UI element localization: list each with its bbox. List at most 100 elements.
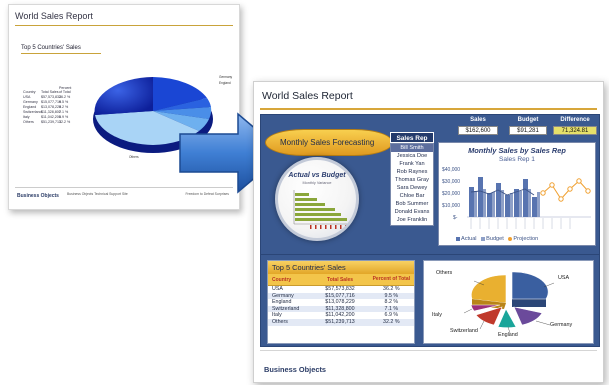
projection-point: [540, 190, 546, 196]
forecast-banner: Monthly Sales Forecasting: [265, 129, 393, 156]
actual-bar: [532, 197, 537, 217]
actual-bar: [523, 179, 528, 217]
cell-total: $51,239,713: [325, 318, 355, 325]
legend-budget: Budget: [486, 236, 504, 242]
back-sales-table: Country Total Sales Percent of Total USA…: [23, 83, 73, 125]
cell-country: Switzerland: [272, 305, 300, 312]
cell-percent: 36.2 %: [383, 286, 400, 292]
projection-point: [549, 182, 555, 188]
back-footer-text: Business Objects Technical Support Site: [67, 192, 128, 196]
pie-slice-others: [471, 274, 507, 304]
variance-bar: [295, 193, 309, 196]
back-pie-label: Others: [129, 155, 139, 159]
sales-rep-item[interactable]: Chloe Bar: [391, 192, 433, 200]
back-report-title: World Sales Report: [15, 11, 93, 21]
table-row: Italy $11,042,200 6.9 %: [268, 312, 414, 319]
monthly-chart-title: Monthly Sales by Sales Rep: [468, 146, 566, 155]
magnifier-lens: Actual vs Budget Monthly Variance: [275, 157, 359, 241]
legend-swatch: [481, 236, 486, 241]
cell-country: Italy: [272, 312, 282, 319]
header-percent: Percent of Total: [372, 276, 411, 282]
cell-total: $13,078,229: [325, 299, 355, 306]
pie-label-others: Others: [436, 270, 453, 276]
sales-rep-panel: Sales Rep Bill Smith Jessica Doe Frank Y…: [390, 132, 434, 227]
table-row: USA $57,573,832 36.2 %: [268, 286, 414, 293]
header-country: Country: [272, 276, 292, 283]
actual-bar: [496, 183, 501, 217]
variance-bar: [295, 218, 347, 221]
cell-percent: 6.9 %: [384, 312, 399, 319]
business-objects-logo: Business Objects: [264, 365, 326, 374]
monthly-chart-subtitle: Sales Rep 1: [499, 156, 535, 163]
projection-point: [558, 196, 564, 202]
top5-rows: USA $57,573,832 36.2 % Germany $15,077,716 9…: [268, 286, 414, 326]
back-logo-text: Business Objects: [17, 193, 59, 199]
table-row: Switzerland $11,328,800 7.1 %: [268, 305, 414, 313]
actual-bar: [505, 195, 510, 217]
back-pie-slice: [94, 77, 153, 115]
back-report-rule: [15, 25, 233, 26]
back-pie-label: Germany: [219, 75, 233, 79]
sales-label: Sales: [470, 117, 486, 123]
cell-total: $15,077,716: [325, 292, 355, 299]
cell-country: England: [272, 299, 292, 306]
cell-total: $11,328,800: [325, 305, 355, 312]
legend-actual: Actual: [461, 236, 477, 242]
back-header-total: Total Sales: [41, 90, 59, 94]
monthly-sales-chart: Monthly Sales by Sales Rep Sales Rep 1 $…: [438, 142, 596, 246]
y-tick-label: $10,000: [442, 203, 460, 209]
sales-rep-item[interactable]: Thomas Gray: [391, 176, 433, 184]
budget-bar: [537, 192, 540, 217]
difference-value: 71,324.81: [553, 126, 597, 135]
budget-value: $91,281: [509, 126, 547, 135]
sales-rep-item[interactable]: Frank Yan: [391, 160, 433, 168]
sales-rep-item[interactable]: Jessica Doe: [391, 152, 433, 160]
y-tick-label: $40,000: [442, 167, 460, 173]
budget-bar: [519, 191, 522, 217]
top5-pie-panel: Others USA Germany England Switzerland I…: [423, 260, 594, 344]
cell-percent: 32.2 %: [383, 318, 400, 325]
budget-bar: [492, 192, 495, 217]
monthly-chart-legend: Actual Budget Projection: [453, 236, 538, 242]
sales-rep-list[interactable]: Bill Smith Jessica Doe Frank Yan Rob Ray…: [390, 143, 434, 226]
cell-country: Others: [272, 318, 288, 325]
table-row: Others $51,239,713 32.2 %: [268, 318, 414, 326]
pie-slice-england: [497, 308, 517, 329]
budget-label: Budget: [517, 117, 539, 123]
monthly-bar-line-plot: $40,000 $30,000 $20,000 $10,000 $-: [442, 167, 591, 229]
projection-point: [576, 178, 582, 184]
front-report-footer: Business Objects: [260, 350, 597, 380]
front-report-page: World Sales Report Sales $162,600 Budget…: [253, 81, 604, 383]
forecast-banner-text: Monthly Sales Forecasting: [280, 138, 375, 147]
variance-bar: [295, 208, 335, 211]
variance-bar: [295, 203, 325, 206]
top5-title: Top 5 Countries' Sales: [268, 261, 414, 274]
sales-rep-item[interactable]: Rob Raynes: [391, 168, 433, 176]
difference-label: Difference: [560, 117, 590, 123]
back-header-percent: Percent of Total: [59, 86, 72, 94]
top5-section: Top 5 Countries' Sales Country Total Sal…: [260, 254, 600, 347]
sales-rep-item[interactable]: Bill Smith: [391, 144, 433, 152]
table-row: England $13,078,229 8.2 %: [268, 299, 414, 306]
back-table-row: Others $51,239,713 32.2 %: [23, 120, 73, 125]
pie-label-germany: Germany: [550, 322, 573, 328]
cell-country: Germany: [272, 292, 294, 299]
variance-bar: [295, 213, 341, 216]
sales-rep-item[interactable]: Bob Summer: [391, 200, 433, 208]
front-report-title: World Sales Report: [262, 90, 353, 102]
screenshot-stage: World Sales Report Top 5 Countries' Sale…: [0, 0, 609, 385]
lens-subtitle: Monthly Variance: [302, 181, 332, 185]
actual-bar: [478, 177, 483, 217]
back-cell: $51,239,713: [41, 120, 61, 124]
y-tick-label: $30,000: [442, 179, 460, 185]
pie-label-italy: Italy: [432, 312, 442, 318]
legend-swatch: [508, 236, 513, 241]
front-report-rule: [260, 108, 597, 110]
sales-rep-item[interactable]: Joe Franklin: [391, 216, 433, 224]
projection-point: [567, 186, 573, 192]
sales-rep-item[interactable]: Donald Evans: [391, 208, 433, 216]
back-cell: 32.2 %: [59, 120, 71, 124]
sales-rep-item[interactable]: Sara Dewey: [391, 184, 433, 192]
cell-percent: 8.2 %: [384, 299, 399, 306]
sales-value: $162,600: [458, 126, 498, 135]
